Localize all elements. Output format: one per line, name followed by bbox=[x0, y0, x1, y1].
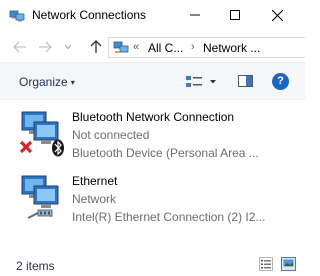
minimize-button[interactable] bbox=[178, 0, 212, 30]
breadcrumb-all-control-panel-items[interactable]: All C... bbox=[148, 41, 183, 55]
list-item-ethernet[interactable]: Ethernet Network Intel(R) Ethernet Conne… bbox=[14, 170, 294, 226]
connection-device: Intel(R) Ethernet Connection (2) I2... bbox=[72, 210, 266, 224]
list-item-bluetooth-network-connection[interactable]: Bluetooth Network Connection Not connect… bbox=[14, 106, 294, 162]
bluetooth-adapter-icon bbox=[19, 111, 64, 157]
maximize-button[interactable] bbox=[218, 0, 252, 30]
maximize-icon bbox=[230, 10, 240, 20]
minimize-icon bbox=[190, 14, 200, 16]
up-button[interactable] bbox=[88, 39, 104, 55]
connection-name: Ethernet bbox=[72, 174, 118, 188]
forward-button[interactable] bbox=[37, 39, 53, 55]
details-view-icon[interactable] bbox=[259, 257, 273, 271]
ethernet-adapter-icon bbox=[21, 175, 59, 219]
preview-pane-icon[interactable] bbox=[238, 75, 253, 87]
connection-name: Bluetooth Network Connection bbox=[72, 110, 235, 124]
change-view-icon[interactable] bbox=[184, 74, 218, 90]
organize-label: Organize bbox=[19, 75, 68, 89]
window-title: Network Connections bbox=[32, 8, 147, 22]
help-button[interactable]: ? bbox=[272, 73, 289, 90]
recent-locations-button[interactable] bbox=[60, 39, 76, 55]
breadcrumb-overflow[interactable]: « bbox=[133, 41, 139, 53]
title-bar[interactable]: Network Connections bbox=[0, 0, 305, 32]
navigation-bar: « All C... › Network ... bbox=[0, 32, 305, 62]
forward-arrow-icon bbox=[39, 41, 52, 53]
close-icon bbox=[271, 9, 283, 21]
command-bar: Organize ▾ ? bbox=[0, 62, 305, 100]
network-cable-icon bbox=[27, 209, 53, 219]
address-bar[interactable]: « All C... › Network ... bbox=[108, 37, 305, 58]
red-x-icon bbox=[19, 140, 33, 154]
breadcrumb-network-connections[interactable]: Network ... bbox=[203, 41, 260, 55]
bluetooth-icon bbox=[52, 139, 64, 157]
organize-caret-icon: ▾ bbox=[70, 78, 75, 87]
up-arrow-icon bbox=[90, 40, 102, 53]
organize-button[interactable]: Organize ▾ bbox=[19, 75, 75, 89]
breadcrumb-chevron-icon[interactable]: › bbox=[191, 41, 195, 53]
chevron-down-icon bbox=[64, 44, 72, 50]
connection-device: Bluetooth Device (Personal Area ... bbox=[72, 146, 259, 160]
connection-status: Not connected bbox=[72, 128, 150, 142]
network-connections-icon bbox=[113, 41, 129, 53]
back-arrow-icon bbox=[13, 41, 26, 53]
back-button[interactable] bbox=[12, 39, 28, 55]
item-count: 2 items bbox=[16, 259, 55, 273]
close-button[interactable] bbox=[260, 0, 294, 30]
connection-status: Network bbox=[72, 192, 117, 206]
large-icons-view-icon[interactable] bbox=[281, 257, 296, 271]
connections-list: Bluetooth Network Connection Not connect… bbox=[0, 100, 305, 250]
status-bar: 2 items bbox=[0, 250, 305, 276]
network-connections-icon bbox=[9, 10, 25, 22]
